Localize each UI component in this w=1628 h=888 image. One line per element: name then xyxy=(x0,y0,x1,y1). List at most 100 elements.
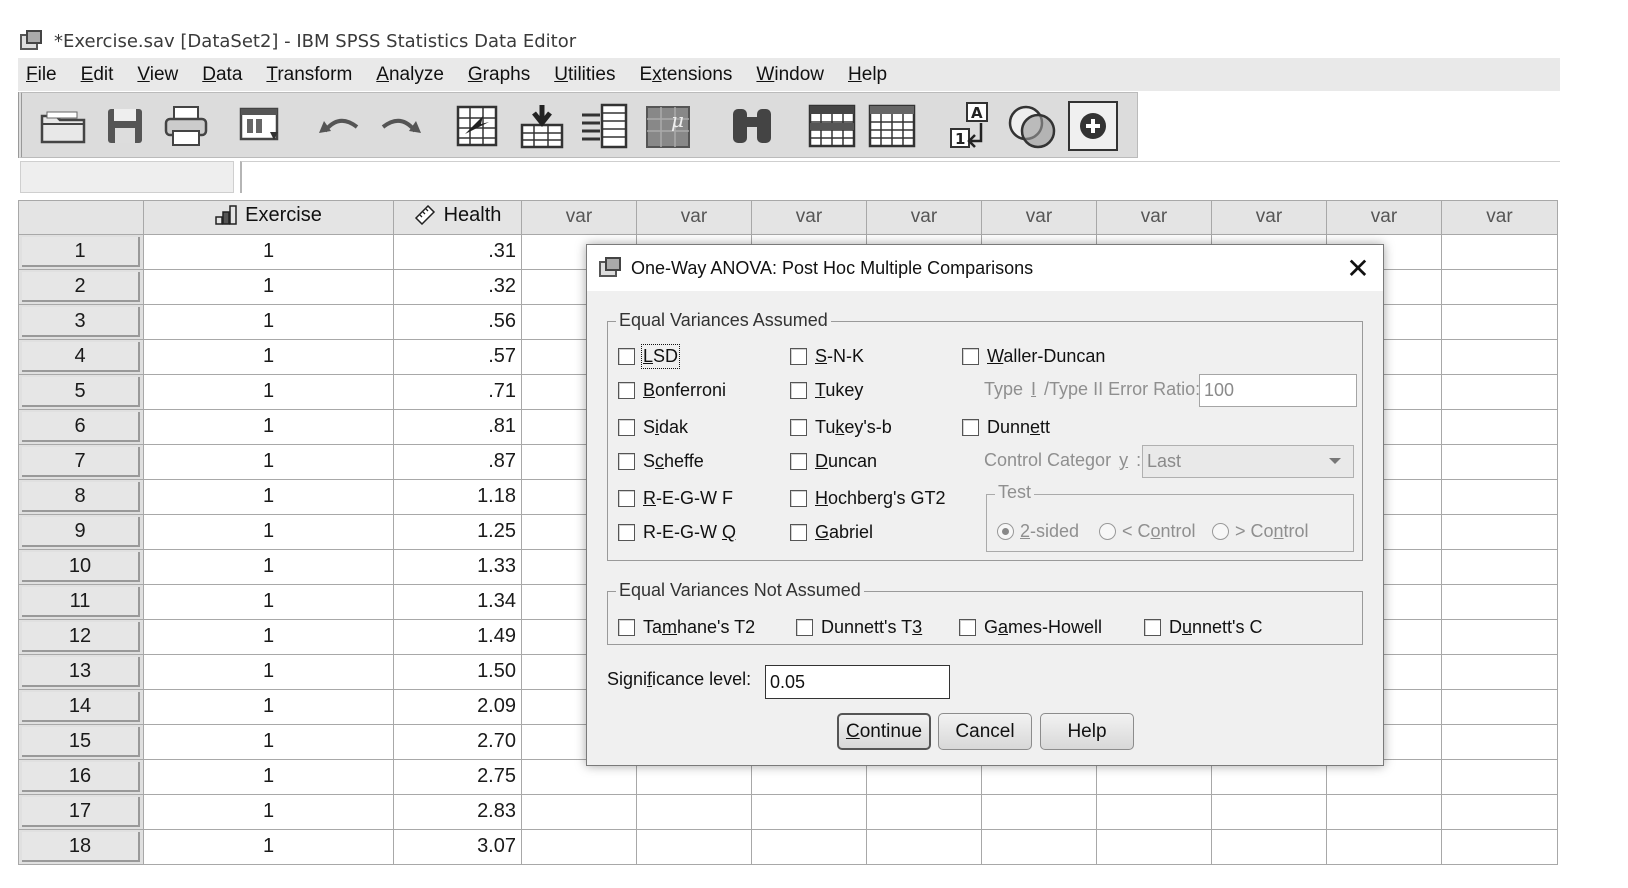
row-number-cell[interactable]: 16 xyxy=(18,758,144,795)
empty-var-cell[interactable] xyxy=(1441,338,1558,375)
open-folder-icon[interactable] xyxy=(36,101,92,151)
row-number-cell[interactable]: 2 xyxy=(18,268,144,305)
empty-var-cell[interactable] xyxy=(1441,478,1558,515)
exercise-cell[interactable]: 1 xyxy=(143,583,394,620)
dialog-recall-icon[interactable] xyxy=(234,101,290,151)
health-cell[interactable]: .71 xyxy=(393,373,522,410)
two-sided-radio[interactable]: 2-sided xyxy=(997,521,1079,542)
sidak-checkbox[interactable]: Sidak xyxy=(618,417,688,438)
column-header-var[interactable]: var xyxy=(1096,200,1212,235)
column-header-var[interactable]: var xyxy=(981,200,1097,235)
column-header-var[interactable]: var xyxy=(1211,200,1327,235)
row-number-cell[interactable]: 10 xyxy=(18,548,144,585)
cancel-button[interactable]: Cancel xyxy=(938,713,1032,750)
tukeys-b-checkbox[interactable]: Tukey's-b xyxy=(790,417,892,438)
column-header-var[interactable]: var xyxy=(866,200,982,235)
column-header-var[interactable]: var xyxy=(521,200,637,235)
empty-var-cell[interactable] xyxy=(1441,688,1558,725)
exercise-cell[interactable]: 1 xyxy=(143,758,394,795)
empty-var-cell[interactable] xyxy=(1441,513,1558,550)
value-labels-icon[interactable]: A1 xyxy=(942,101,998,151)
empty-var-cell[interactable] xyxy=(751,828,867,865)
empty-var-cell[interactable] xyxy=(866,793,982,830)
exercise-cell[interactable]: 1 xyxy=(143,618,394,655)
empty-var-cell[interactable] xyxy=(1441,828,1558,865)
empty-var-cell[interactable] xyxy=(1326,793,1442,830)
row-number-cell[interactable]: 11 xyxy=(18,583,144,620)
health-cell[interactable]: 2.09 xyxy=(393,688,522,725)
hochberg-gt2-checkbox[interactable]: Hochberg's GT2 xyxy=(790,488,946,509)
empty-var-cell[interactable] xyxy=(1211,828,1327,865)
exercise-cell[interactable]: 1 xyxy=(143,303,394,340)
health-cell[interactable]: .57 xyxy=(393,338,522,375)
menu-data[interactable]: Data xyxy=(194,64,250,86)
menu-help[interactable]: Help xyxy=(840,64,895,86)
row-number-cell[interactable]: 7 xyxy=(18,443,144,480)
exercise-cell[interactable]: 1 xyxy=(143,268,394,305)
less-than-control-radio[interactable]: < Control xyxy=(1099,521,1196,542)
empty-var-cell[interactable] xyxy=(1441,443,1558,480)
bonferroni-checkbox[interactable]: Bonferroni xyxy=(618,380,726,401)
use-sets-icon[interactable] xyxy=(1004,101,1060,151)
exercise-cell[interactable]: 1 xyxy=(143,233,394,270)
health-cell[interactable]: 1.49 xyxy=(393,618,522,655)
empty-var-cell[interactable] xyxy=(1441,548,1558,585)
health-cell[interactable]: .56 xyxy=(393,303,522,340)
empty-var-cell[interactable] xyxy=(1441,583,1558,620)
lsd-checkbox[interactable]: LSD xyxy=(618,344,681,369)
health-cell[interactable]: .31 xyxy=(393,233,522,270)
row-number-cell[interactable]: 13 xyxy=(18,653,144,690)
control-category-select[interactable]: Last xyxy=(1142,445,1354,478)
empty-var-cell[interactable] xyxy=(521,828,637,865)
row-number-cell[interactable]: 1 xyxy=(18,233,144,270)
menu-extensions[interactable]: Extensions xyxy=(631,64,740,86)
show-all-variables-icon[interactable] xyxy=(1068,101,1118,151)
empty-var-cell[interactable] xyxy=(981,793,1097,830)
menu-transform[interactable]: Transform xyxy=(258,64,360,86)
row-number-cell[interactable]: 9 xyxy=(18,513,144,550)
row-number-cell[interactable]: 15 xyxy=(18,723,144,760)
health-cell[interactable]: .87 xyxy=(393,443,522,480)
column-header-var[interactable]: var xyxy=(1441,200,1558,235)
row-number-cell[interactable]: 6 xyxy=(18,408,144,445)
empty-var-cell[interactable] xyxy=(1096,828,1212,865)
menu-view[interactable]: View xyxy=(129,64,186,86)
dunnett-checkbox[interactable]: Dunnett xyxy=(962,417,1050,438)
empty-var-cell[interactable] xyxy=(1441,723,1558,760)
column-header-health[interactable]: Health xyxy=(393,200,522,235)
health-cell[interactable]: 1.18 xyxy=(393,478,522,515)
row-number-cell[interactable]: 14 xyxy=(18,688,144,725)
empty-var-cell[interactable] xyxy=(1441,653,1558,690)
empty-var-cell[interactable] xyxy=(1096,793,1212,830)
empty-var-cell[interactable] xyxy=(521,793,637,830)
duncan-checkbox[interactable]: Duncan xyxy=(790,451,877,472)
health-cell[interactable]: 2.83 xyxy=(393,793,522,830)
exercise-cell[interactable]: 1 xyxy=(143,443,394,480)
exercise-cell[interactable]: 1 xyxy=(143,548,394,585)
menu-graphs[interactable]: Graphs xyxy=(460,64,538,86)
find-icon[interactable] xyxy=(724,101,780,151)
empty-var-cell[interactable] xyxy=(981,828,1097,865)
empty-var-cell[interactable] xyxy=(1441,268,1558,305)
row-number-cell[interactable]: 3 xyxy=(18,303,144,340)
empty-var-cell[interactable] xyxy=(1441,758,1558,795)
empty-var-cell[interactable] xyxy=(1326,828,1442,865)
health-cell[interactable]: .81 xyxy=(393,408,522,445)
undo-icon[interactable] xyxy=(314,101,364,151)
exercise-cell[interactable]: 1 xyxy=(143,513,394,550)
menu-analyze[interactable]: Analyze xyxy=(368,64,452,86)
column-header-var[interactable]: var xyxy=(751,200,867,235)
empty-var-cell[interactable] xyxy=(636,793,752,830)
row-number-cell[interactable]: 17 xyxy=(18,793,144,830)
menu-file[interactable]: File xyxy=(18,64,65,86)
exercise-cell[interactable]: 1 xyxy=(143,338,394,375)
save-icon[interactable] xyxy=(100,101,150,151)
row-number-cell[interactable]: 12 xyxy=(18,618,144,655)
health-cell[interactable]: .32 xyxy=(393,268,522,305)
run-descriptives-icon[interactable]: μ xyxy=(640,101,696,151)
close-icon[interactable]: ✕ xyxy=(1343,253,1373,284)
column-header-var[interactable]: var xyxy=(636,200,752,235)
exercise-cell[interactable]: 1 xyxy=(143,723,394,760)
waller-duncan-checkbox[interactable]: Waller-Duncan xyxy=(962,346,1105,367)
health-cell[interactable]: 1.33 xyxy=(393,548,522,585)
